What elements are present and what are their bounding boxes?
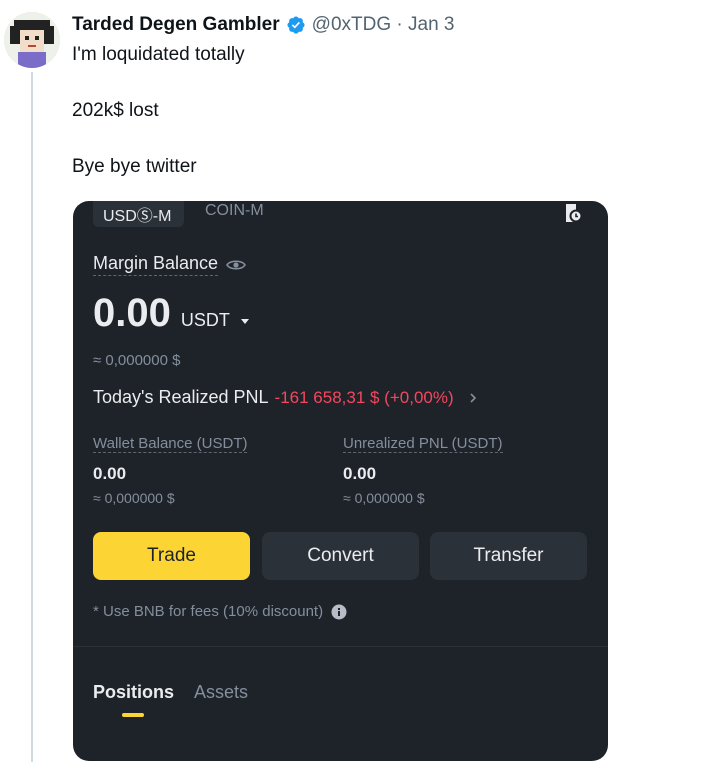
trade-button[interactable]: Trade	[93, 532, 250, 580]
tab-assets[interactable]: Assets	[194, 682, 248, 703]
convert-button[interactable]: Convert	[262, 532, 419, 580]
transfer-button[interactable]: Transfer	[430, 532, 587, 580]
balance-approx: ≈ 0,000000 $	[93, 352, 181, 369]
unrealized-pnl-label: Unrealized PNL (USDT)	[343, 435, 503, 453]
balance-value: 0.00	[93, 291, 171, 335]
balance-currency[interactable]: USDT	[181, 310, 230, 331]
pnl-value: -161 658,31 $ (+0,00%)	[274, 387, 454, 407]
bnb-fee-note: * Use BNB for fees (10% discount)	[93, 603, 324, 620]
tab-coin-m[interactable]: COIN-M	[205, 202, 264, 220]
tweet-line-2: 202k$ lost	[72, 100, 159, 121]
thread-line	[31, 72, 33, 762]
tab-positions[interactable]: Positions	[93, 682, 174, 703]
margin-balance-row: Margin Balance	[93, 253, 247, 276]
tweet-line-3: Bye bye twitter	[72, 156, 197, 177]
pnl-label: Today's Realized PNL	[93, 387, 269, 407]
caret-down-icon[interactable]	[240, 318, 250, 326]
eye-icon[interactable]	[226, 258, 247, 272]
section-divider	[73, 646, 608, 647]
tweet-header: Tarded Degen Gambler @0xTDG · Jan 3	[72, 12, 454, 38]
tweet-line-1: I'm loquidated totally	[72, 44, 245, 65]
wallet-balance-value: 0.00	[93, 464, 127, 483]
pixel-art-avatar-icon	[4, 12, 60, 68]
margin-balance-label: Margin Balance	[93, 253, 219, 276]
pnl-row[interactable]: Today's Realized PNL -161 658,31 $ (+0,0…	[93, 387, 480, 408]
unrealized-pnl-approx: ≈ 0,000000 $	[343, 490, 425, 506]
handle-and-date[interactable]: @0xTDG · Jan 3	[312, 14, 455, 36]
history-icon[interactable]	[563, 203, 583, 223]
attached-screenshot[interactable]: USDⓈ-M COIN-M Margin Balance 0.00 USDT ≈…	[73, 201, 608, 761]
wallet-balance-label: Wallet Balance (USDT)	[93, 435, 248, 453]
wallet-balance-approx: ≈ 0,000000 $	[93, 490, 175, 506]
unrealized-pnl-value: 0.00	[343, 464, 377, 483]
balance-row: 0.00 USDT	[93, 291, 250, 336]
info-icon[interactable]	[331, 604, 347, 620]
tab-usds-m[interactable]: USDⓈ-M	[103, 202, 171, 226]
verified-badge-icon	[287, 16, 305, 34]
bnb-fee-note-row: * Use BNB for fees (10% discount)	[93, 603, 347, 620]
active-tab-indicator	[122, 713, 144, 717]
display-name[interactable]: Tarded Degen Gambler	[72, 14, 280, 36]
avatar[interactable]	[4, 12, 60, 68]
chevron-right-icon[interactable]	[466, 391, 480, 405]
